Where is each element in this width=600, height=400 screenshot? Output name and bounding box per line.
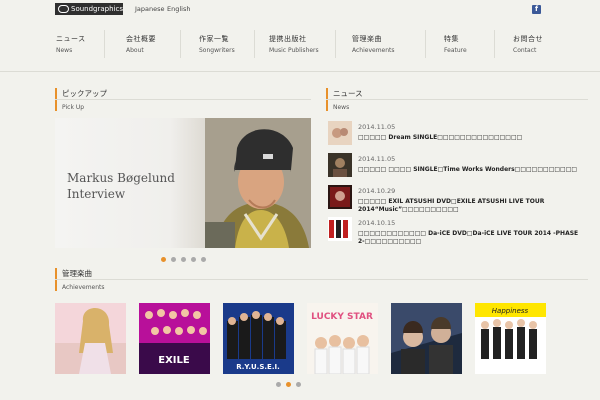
nav-label-en: Songwriters [199, 47, 235, 54]
nav-label-jp: 作家一覧 [199, 35, 229, 43]
soundgraphics-logo[interactable]: Soundgraphics [55, 3, 123, 15]
news-item[interactable]: 2014.11.05 □□□□□ Dream SINGLE□□□□□□□□□□□… [328, 121, 588, 149]
news-heading-rule [326, 99, 588, 100]
news-item[interactable]: 2014.10.15 □□□□□□□□□□□□ Da-iCE DVD□Da-iC… [328, 217, 588, 245]
album-cover-4[interactable]: LUCKY STAR [307, 303, 378, 374]
top-bar: Soundgraphics Japanese English f [0, 0, 600, 20]
news-thumbnail-image [328, 217, 352, 241]
carousel-dot[interactable] [296, 382, 301, 387]
news-item[interactable]: 2014.10.29 □□□□□ EXIL ATSUSHI DVD□EXILE … [328, 185, 588, 213]
nav-label-en: Achievements [352, 47, 395, 54]
slide-title-line-1: Markus Bøgelund [67, 171, 175, 185]
nav-item-music-publishers[interactable]: 提携出版社 Music Publishers [269, 34, 319, 64]
nav-label-jp: 管理楽曲 [352, 35, 382, 43]
news-headline: □□□□□ □□□□ SINGLE□Time Works Wonders□□□□… [358, 166, 578, 173]
news-headline: □□□□□ Dream SINGLE□□□□□□□□□□□□□□□ [358, 134, 523, 141]
nav-divider [335, 30, 336, 58]
nav-label-jp: ニュース [56, 35, 86, 43]
news-date: 2014.10.29 [358, 187, 396, 195]
pickup-heading-en: Pick Up [62, 104, 85, 111]
main-navigation: ニュース News 会社概要 About 作家一覧 Songwriters 提携… [0, 22, 600, 72]
carousel-dot[interactable] [276, 382, 281, 387]
pickup-heading-rule [55, 99, 311, 100]
carousel-dot[interactable] [171, 257, 176, 262]
nav-label-jp: お問合せ [513, 35, 543, 43]
achievements-heading-jp: 管理楽曲 [62, 269, 92, 278]
nav-item-songwriters[interactable]: 作家一覧 Songwriters [199, 34, 235, 64]
achievements-heading-en: Achievements [62, 284, 105, 291]
pickup-heading-jp: ピックアップ [62, 89, 107, 98]
nav-label-en: Music Publishers [269, 47, 319, 54]
nav-label-jp: 提携出版社 [269, 35, 307, 43]
nav-divider [180, 30, 181, 58]
language-japanese-link[interactable]: Japanese [135, 5, 165, 13]
interview-portrait-image [205, 118, 311, 248]
language-english-link[interactable]: English [167, 5, 190, 13]
news-date: 2014.11.05 [358, 155, 396, 163]
slide-title: Markus Bøgelund Interview [67, 170, 175, 202]
album-cover-5[interactable] [391, 303, 462, 374]
carousel-dot[interactable] [161, 257, 166, 262]
news-date: 2014.11.05 [358, 123, 396, 131]
news-heading-jp: ニュース [333, 89, 363, 98]
album-cover-1[interactable] [55, 303, 126, 374]
album-4-label: LUCKY STAR [311, 312, 373, 322]
nav-label-en: Contact [513, 47, 537, 54]
nav-item-contact[interactable]: お問合せ Contact [513, 34, 543, 64]
album-2-label: EXILE [158, 355, 190, 366]
pickup-slide[interactable]: Markus Bøgelund Interview [55, 118, 311, 248]
news-headline: □□□□□ EXIL ATSUSHI DVD□EXILE ATSUSHI LIV… [358, 198, 545, 205]
news-thumbnail-image [328, 121, 352, 145]
nav-item-news[interactable]: ニュース News [56, 34, 86, 64]
news-item[interactable]: 2014.11.05 □□□□□ □□□□ SINGLE□Time Works … [328, 153, 588, 181]
news-headline-continued: 2-□□□□□□□□□□ [358, 238, 422, 245]
carousel-dot[interactable] [201, 257, 206, 262]
logo-text: Soundgraphics [71, 5, 123, 13]
news-headline-continued: 2014“Music”□□□□□□□□□□ [358, 206, 459, 213]
news-date: 2014.10.15 [358, 219, 396, 227]
nav-label-en: News [56, 47, 73, 54]
carousel-dot[interactable] [191, 257, 196, 262]
album-3-label: R.Y.U.S.E.I. [236, 363, 280, 371]
nav-divider [494, 30, 495, 58]
slide-title-line-2: Interview [67, 187, 126, 201]
news-thumbnail-image [328, 153, 352, 177]
news-headline: □□□□□□□□□□□□ Da-iCE DVD□Da-iCE LIVE TOUR… [358, 230, 579, 237]
news-thumbnail-image [328, 185, 352, 209]
carousel-dot[interactable] [286, 382, 291, 387]
nav-divider [104, 30, 105, 58]
nav-item-achievements[interactable]: 管理楽曲 Achievements [352, 34, 395, 64]
nav-divider [254, 30, 255, 58]
nav-item-about[interactable]: 会社概要 About [126, 34, 156, 64]
achievements-heading-rule [55, 279, 588, 280]
album-6-label: Happiness [492, 307, 529, 315]
achievements-carousel-dots [276, 382, 301, 387]
album-cover-6[interactable]: Happiness [475, 303, 546, 374]
nav-item-feature[interactable]: 特集 Feature [444, 34, 467, 64]
pickup-carousel-dots [161, 257, 206, 262]
news-heading-en: News [333, 104, 350, 111]
carousel-dot[interactable] [181, 257, 186, 262]
facebook-icon[interactable]: f [532, 5, 541, 14]
album-cover-3[interactable]: R.Y.U.S.E.I. [223, 303, 294, 374]
nav-label-jp: 会社概要 [126, 35, 156, 43]
nav-label-jp: 特集 [444, 35, 459, 43]
nav-label-en: Feature [444, 47, 467, 54]
logo-mark-icon [58, 5, 70, 13]
album-cover-2[interactable]: EXILE [139, 303, 210, 374]
nav-divider [425, 30, 426, 58]
nav-label-en: About [126, 47, 144, 54]
